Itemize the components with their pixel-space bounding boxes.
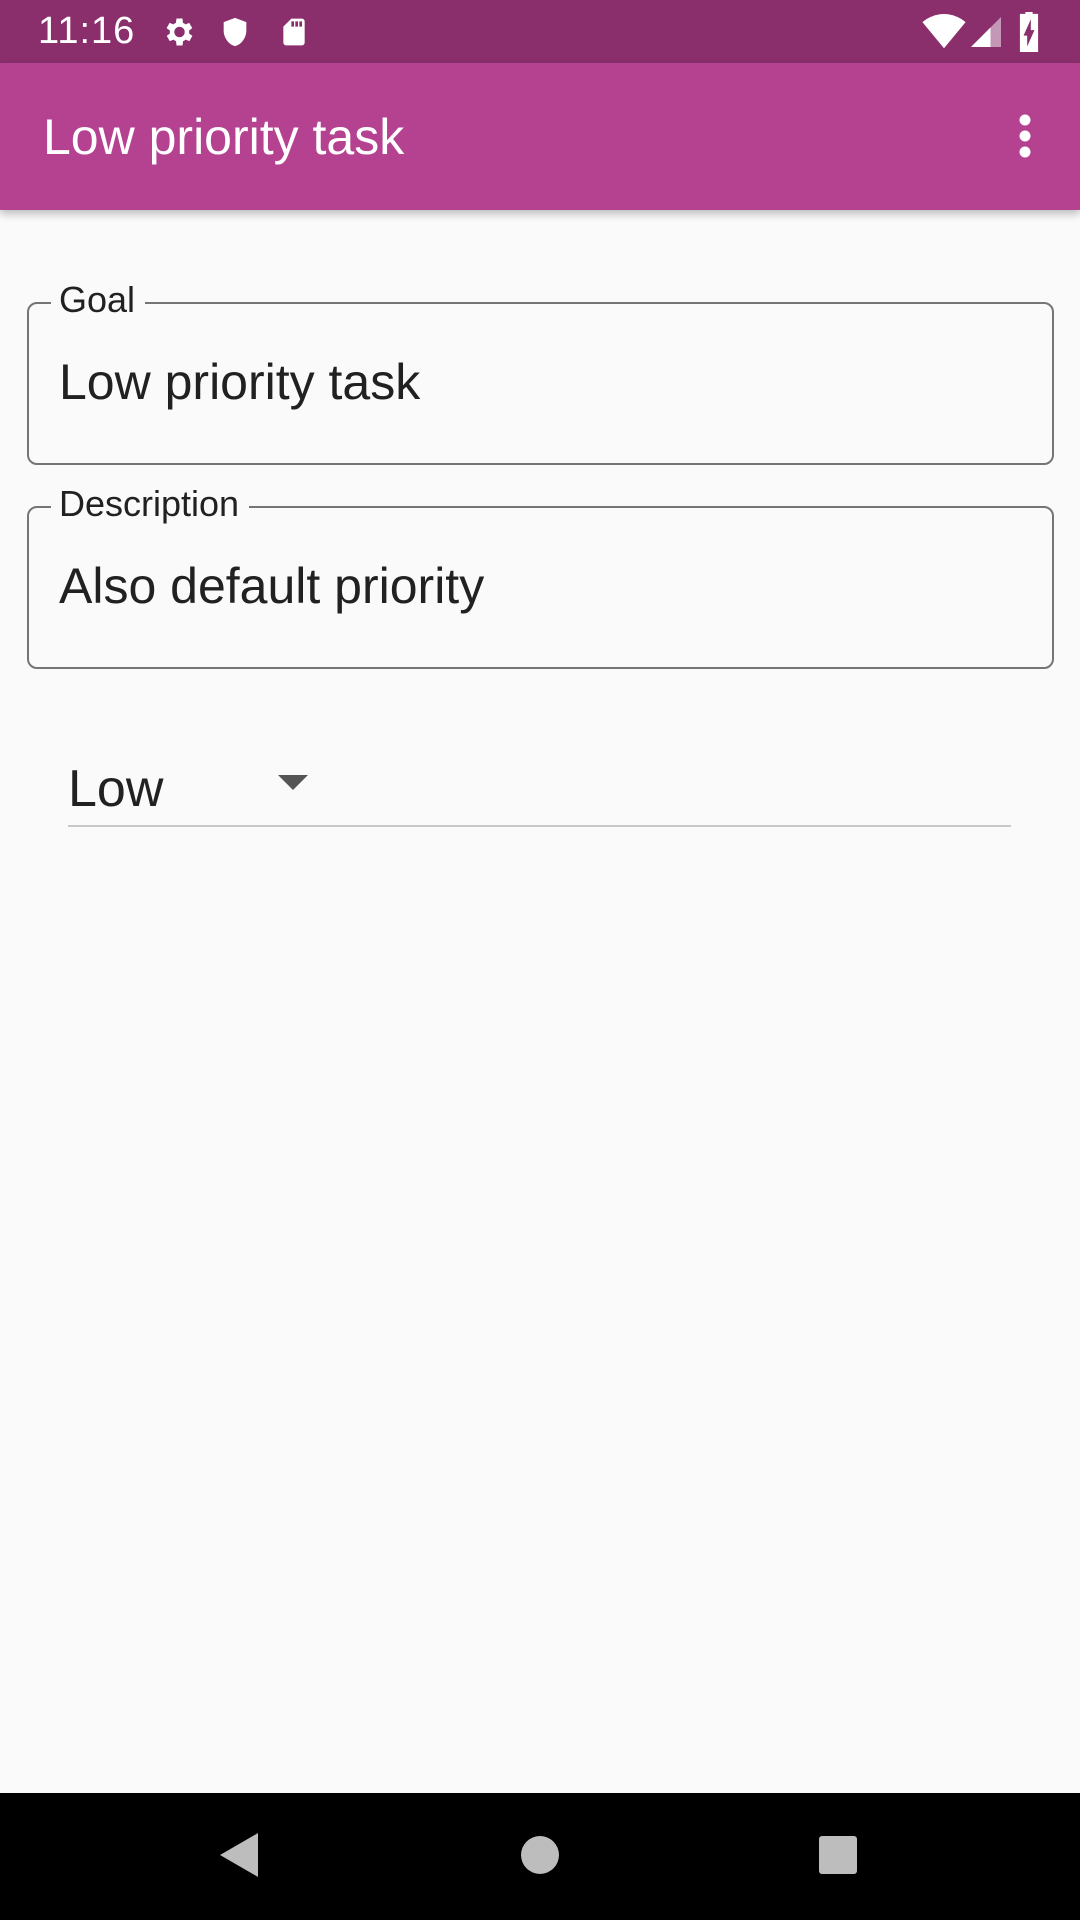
- recents-icon: [818, 1835, 858, 1880]
- back-button[interactable]: [200, 1817, 280, 1897]
- wifi-icon: [922, 14, 966, 55]
- signal-icon: [968, 14, 1004, 55]
- home-button[interactable]: [500, 1817, 580, 1897]
- dropdown-arrow-icon: [278, 775, 308, 796]
- goal-label: Goal: [51, 278, 146, 322]
- recents-button[interactable]: [798, 1817, 878, 1897]
- system-nav-bar: [0, 1793, 1080, 1920]
- back-icon: [218, 1831, 262, 1884]
- priority-dropdown[interactable]: Low: [68, 745, 1011, 827]
- overflow-menu-button[interactable]: [970, 83, 1080, 193]
- status-time: 11:16: [38, 10, 136, 52]
- description-field[interactable]: Description Also default priority: [27, 482, 1054, 669]
- sd-card-icon: [278, 14, 310, 55]
- settings-icon: [160, 14, 196, 55]
- description-label: Description: [51, 482, 250, 526]
- description-input[interactable]: Also default priority: [59, 556, 484, 616]
- app-bar: Low priority task: [0, 63, 1080, 210]
- priority-selected-value: Low: [68, 760, 164, 818]
- battery-charging-icon: [1018, 12, 1040, 57]
- more-vert-icon: [1018, 114, 1032, 163]
- page-title: Low priority task: [43, 109, 405, 165]
- goal-input[interactable]: Low priority task: [59, 352, 420, 412]
- shield-icon: [218, 14, 252, 55]
- status-bar: 11:16: [0, 0, 1080, 63]
- goal-field[interactable]: Goal Low priority task: [27, 278, 1054, 465]
- home-icon: [520, 1835, 560, 1880]
